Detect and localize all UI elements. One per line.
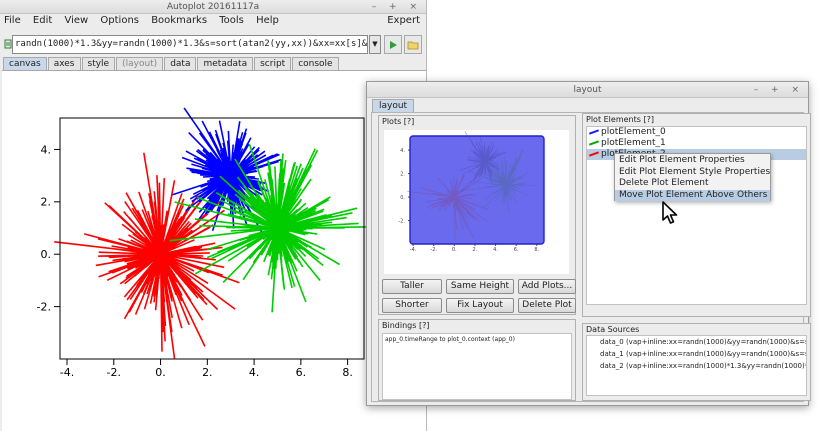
data-sources-list[interactable]: data_0 (vap+inline:xx=randn(1000)&yy=ran… — [586, 335, 807, 396]
uri-toolbar: randn(1000)*1.3&yy=randn(1000)*1.3&s=sor… — [2, 34, 424, 56]
series-color-swatch — [588, 151, 600, 157]
plots-title: Plots [?] — [382, 117, 415, 126]
layout-dialog: layout – + × layout Plots [?] -4. -2. 0. 2.… — [366, 81, 811, 406]
menu-options[interactable]: Options — [100, 15, 139, 26]
menu-view[interactable]: View — [64, 15, 88, 26]
window-controls[interactable]: – + × — [372, 0, 422, 14]
tab-metadata[interactable]: metadata — [197, 57, 254, 70]
shorter-button[interactable]: Shorter — [382, 298, 442, 313]
data-sources-panel: Data Sources data_0 (vap+inline:xx=randn… — [582, 323, 811, 401]
plot-element-label: plotElement_0 — [601, 127, 666, 137]
y-tick-label: 4. — [400, 148, 405, 154]
main-tabs: canvas axes style (layout) data metadata scrip… — [3, 57, 340, 70]
plot-elements-title: Plot Elements [?] — [586, 115, 654, 124]
x-tick-label: 0. — [452, 247, 457, 253]
bindings-list[interactable]: app_0.timeRange to plot_0.context (app_0… — [382, 333, 572, 400]
data-source-item[interactable]: data_2 (vap+inline:xx=randn(1000)*1.3&yy… — [587, 360, 806, 372]
x-tick-label: 6. — [514, 247, 519, 253]
folder-icon — [407, 41, 419, 50]
x-tick-label: 6. — [296, 366, 307, 379]
dialog-title: layout — [573, 85, 602, 95]
play-icon — [390, 41, 397, 49]
plot-canvas[interactable]: -4. -2. 0. 2. 4. 6. 8. 4. 2. 0. -2. — [2, 70, 426, 431]
menu-item-move-above-others[interactable]: Move Plot Element Above Others — [615, 189, 770, 201]
y-tick-label: 0. — [400, 195, 405, 201]
menu-item-edit-properties[interactable]: Edit Plot Element Properties — [615, 155, 770, 167]
x-tick-label: 4. — [249, 366, 260, 379]
delete-plot-button[interactable]: Delete Plot — [518, 298, 576, 313]
plot-area — [409, 135, 545, 245]
plot-element-1[interactable]: plotElement_1 — [587, 138, 806, 149]
go-button[interactable] — [384, 35, 402, 54]
series-color-swatch — [588, 140, 600, 146]
chevron-down-icon: ▼ — [372, 40, 378, 48]
tab-layout-dialog[interactable]: layout — [372, 99, 415, 112]
tab-axes[interactable]: axes — [47, 57, 81, 70]
x-tick-label: 0. — [155, 366, 166, 379]
browse-button[interactable] — [404, 35, 422, 54]
window-titlebar[interactable]: Autoplot 20161117a – + × — [0, 0, 426, 14]
menu-tools[interactable]: Tools — [219, 15, 244, 26]
x-tick-label: -2. — [107, 366, 121, 379]
plot-element-label: plotElement_1 — [601, 138, 666, 148]
expert-mode-menu[interactable]: Expert — [387, 14, 420, 28]
bindings-title: Bindings [?] — [382, 321, 430, 330]
x-tick-label: 8. — [534, 247, 539, 253]
tab-data[interactable]: data — [164, 57, 197, 70]
uri-history-dropdown[interactable]: ▼ — [369, 35, 381, 54]
plot-preview-chart[interactable]: -4. -2. 0. 2. 4. 6. 8. 4. 2. 0. -2. — [384, 130, 569, 274]
tab-console[interactable]: console — [292, 57, 339, 70]
tab-canvas[interactable]: canvas — [3, 57, 47, 70]
menu-bar: File Edit View Options Bookmarks Tools H… — [0, 14, 426, 28]
autoplot-window: Autoplot 20161117a – + × File Edit View … — [0, 0, 427, 431]
mouse-pointer-icon — [662, 201, 678, 224]
tab-style[interactable]: style — [81, 57, 116, 70]
data-source-item[interactable]: data_1 (vap+inline:xx=randn(1000)&yy=ran… — [587, 348, 806, 360]
x-tick-label: -4. — [60, 366, 74, 379]
menu-help[interactable]: Help — [256, 15, 279, 26]
window-title: Autoplot 20161117a — [166, 2, 260, 12]
x-tick-label: 2. — [202, 366, 213, 379]
plot-elements-panel: Plot Elements [?] plotElement_0 plotElem… — [582, 113, 811, 317]
y-tick-label: -2. — [398, 218, 405, 224]
same-height-button[interactable]: Same Height — [446, 279, 514, 294]
data-source-item[interactable]: data_0 (vap+inline:xx=randn(1000)&yy=ran… — [587, 336, 806, 348]
x-tick-label: -2. — [430, 247, 437, 253]
y-tick-label: 0. — [41, 248, 52, 261]
binding-item[interactable]: app_0.timeRange to plot_0.context (app_0… — [385, 336, 569, 343]
x-tick-label: 4. — [493, 247, 498, 253]
x-tick-label: -4. — [410, 247, 417, 253]
scatter-chart[interactable]: -4. -2. 0. 2. 4. 6. 8. 4. 2. 0. -2. — [2, 71, 426, 431]
menu-edit[interactable]: Edit — [33, 15, 52, 26]
plot-element-context-menu: Edit Plot Element Properties Edit Plot E… — [614, 153, 771, 201]
series-color-swatch — [588, 129, 600, 135]
menu-item-delete-plot-element[interactable]: Delete Plot Element — [615, 178, 770, 190]
x-tick-label: 2. — [473, 247, 478, 253]
menu-item-edit-style-properties[interactable]: Edit Plot Element Style Properties — [615, 167, 770, 179]
add-plots-button[interactable]: Add Plots... — [518, 279, 576, 294]
tab-layout[interactable]: (layout) — [116, 57, 164, 70]
y-tick-label: 4. — [41, 143, 52, 156]
x-tick-label: 8. — [342, 366, 353, 379]
menu-bookmarks[interactable]: Bookmarks — [151, 15, 207, 26]
uri-input[interactable]: randn(1000)*1.3&yy=randn(1000)*1.3&s=sor… — [12, 35, 368, 54]
data-source-icon — [4, 39, 12, 49]
taller-button[interactable]: Taller — [382, 279, 442, 294]
dialog-window-controls[interactable]: – + × — [754, 82, 804, 98]
y-tick-label: -2. — [37, 300, 51, 313]
tab-script[interactable]: script — [254, 57, 292, 70]
bindings-panel: Bindings [?] app_0.timeRange to plot_0.c… — [378, 319, 576, 401]
dialog-titlebar[interactable]: layout – + × — [367, 82, 808, 98]
plots-preview[interactable]: -4. -2. 0. 2. 4. 6. 8. 4. 2. 0. -2. — [384, 130, 569, 274]
plot-element-0[interactable]: plotElement_0 — [587, 127, 806, 138]
menu-file[interactable]: File — [4, 15, 21, 26]
y-tick-label: 2. — [400, 171, 405, 177]
y-tick-label: 2. — [41, 196, 52, 209]
fix-layout-button[interactable]: Fix Layout — [446, 298, 514, 313]
data-sources-title: Data Sources — [586, 325, 640, 334]
